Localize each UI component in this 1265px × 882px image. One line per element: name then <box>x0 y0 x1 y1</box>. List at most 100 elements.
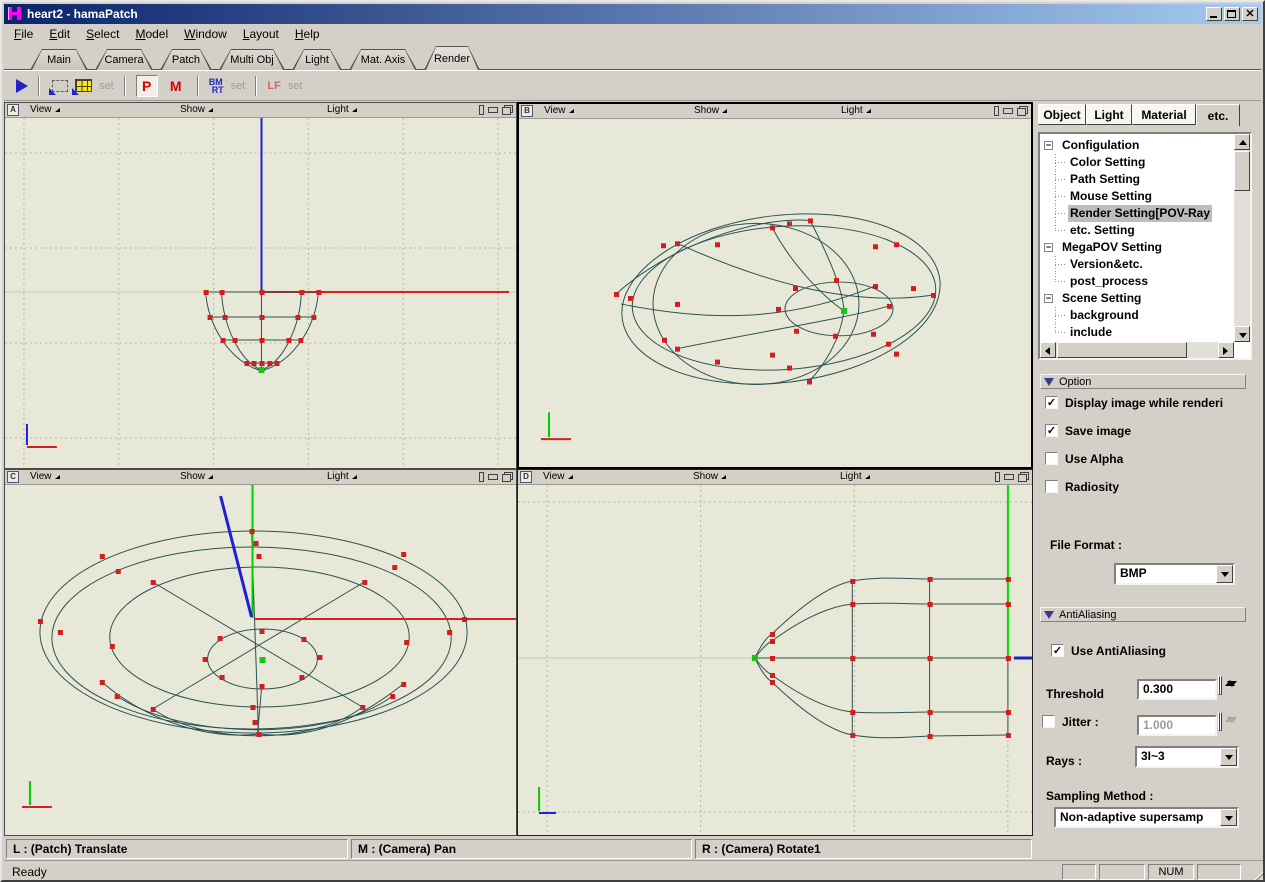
tab-camera[interactable]: Camera <box>95 49 153 70</box>
option-checkbox[interactable]: ✓ <box>1045 396 1058 409</box>
panel-tab-material[interactable]: Material <box>1132 104 1196 125</box>
scroll-up-button[interactable] <box>1234 134 1250 150</box>
scroll-thumb[interactable] <box>1057 342 1187 358</box>
dropdown-arrow-icon[interactable] <box>1220 809 1237 826</box>
lf-button[interactable]: LF <box>267 80 280 92</box>
tree-item[interactable]: Render Setting[POV-Ray <box>1040 205 1234 222</box>
panel-tab-light[interactable]: Light <box>1086 104 1132 125</box>
render-play-icon[interactable] <box>16 79 28 93</box>
jitter-input[interactable]: 1.000 <box>1137 715 1217 736</box>
pov-button[interactable]: P <box>136 75 158 97</box>
tree-item[interactable]: etc. Setting <box>1040 222 1234 239</box>
option-checkbox[interactable] <box>1045 480 1058 493</box>
tree-item[interactable]: Path Setting <box>1040 171 1234 188</box>
view-menu[interactable]: View <box>30 471 60 482</box>
layout-vertical-icon[interactable] <box>479 105 484 115</box>
tree-toggle-icon[interactable]: − <box>1044 141 1053 150</box>
tab-patch[interactable]: Patch <box>160 49 212 70</box>
viewport-a-canvas[interactable] <box>5 118 516 467</box>
scroll-left-button[interactable] <box>1040 342 1056 358</box>
set-button[interactable]: set <box>288 80 303 92</box>
menu-edit[interactable]: Edit <box>41 25 78 43</box>
maximize-button[interactable] <box>1224 7 1240 21</box>
jitter-spinner[interactable] <box>1218 713 1241 731</box>
tab-multi-obj[interactable]: Multi Obj <box>219 49 285 70</box>
sampling-method-select[interactable]: Non-adaptive supersamp <box>1054 807 1239 828</box>
layout-cascade-icon[interactable] <box>1017 106 1028 116</box>
render-region-icon[interactable] <box>52 80 68 92</box>
menu-file[interactable]: File <box>6 25 41 43</box>
panel-tab-etc[interactable]: etc. <box>1196 104 1240 126</box>
option-checkbox[interactable]: ✓ <box>1045 424 1058 437</box>
show-menu[interactable]: Show <box>180 104 213 115</box>
viewport-d[interactable]: D View Show Light <box>517 469 1033 836</box>
viewport-b[interactable]: B View Show Light <box>517 102 1033 469</box>
layout-cascade-icon[interactable] <box>502 472 513 482</box>
layout-horizontal-icon[interactable] <box>488 474 498 480</box>
antialiasing-section-header[interactable]: AntiAliasing <box>1040 607 1246 622</box>
menu-layout[interactable]: Layout <box>235 25 287 43</box>
menu-select[interactable]: Select <box>78 25 127 43</box>
minimize-button[interactable] <box>1206 7 1222 21</box>
threshold-input[interactable]: 0.300 <box>1137 679 1217 700</box>
tree-item[interactable]: Mouse Setting <box>1040 188 1234 205</box>
show-menu[interactable]: Show <box>693 471 726 482</box>
layout-cascade-icon[interactable] <box>502 105 513 115</box>
layout-cascade-icon[interactable] <box>1018 472 1029 482</box>
scroll-thumb[interactable] <box>1234 151 1250 191</box>
set-button[interactable]: set <box>231 80 246 92</box>
tree-horizontal-scrollbar[interactable] <box>1040 342 1234 358</box>
threshold-spinner[interactable] <box>1218 677 1241 695</box>
dropdown-arrow-icon[interactable] <box>1216 565 1233 583</box>
panel-tab-object[interactable]: Object <box>1038 104 1086 125</box>
tree-vertical-scrollbar[interactable] <box>1234 134 1250 342</box>
light-menu[interactable]: Light <box>841 105 871 116</box>
viewport-b-canvas[interactable] <box>519 119 1031 466</box>
tab-light[interactable]: Light <box>292 49 342 70</box>
rays-select[interactable]: 3I~3 <box>1135 746 1239 768</box>
show-menu[interactable]: Show <box>180 471 213 482</box>
tree-item[interactable]: −Scene Setting <box>1040 290 1234 307</box>
light-menu[interactable]: Light <box>327 471 357 482</box>
viewport-c[interactable]: C View Show Light <box>4 469 517 836</box>
settings-tree[interactable]: −ConfigulationColor SettingPath SettingM… <box>1038 132 1252 360</box>
view-menu[interactable]: View <box>30 104 60 115</box>
menu-window[interactable]: Window <box>176 25 235 43</box>
tree-toggle-icon[interactable]: − <box>1044 243 1053 252</box>
viewport-d-canvas[interactable] <box>518 485 1032 834</box>
tree-item[interactable]: −MegaPOV Setting <box>1040 239 1234 256</box>
layout-horizontal-icon[interactable] <box>488 107 498 113</box>
tab-mat-axis[interactable]: Mat. Axis <box>349 49 417 70</box>
set-button[interactable]: set <box>99 80 114 92</box>
option-section-header[interactable]: Option <box>1040 374 1246 389</box>
option-checkbox[interactable] <box>1045 452 1058 465</box>
tab-render[interactable]: Render <box>424 46 480 70</box>
tree-item[interactable]: post_process <box>1040 273 1234 290</box>
megapov-button[interactable]: M <box>165 75 187 97</box>
show-menu[interactable]: Show <box>694 105 727 116</box>
dropdown-arrow-icon[interactable] <box>1220 748 1237 766</box>
file-format-select[interactable]: BMP <box>1114 563 1235 585</box>
menu-model[interactable]: Model <box>127 25 176 43</box>
tree-item[interactable]: −Configulation <box>1040 137 1234 154</box>
render-grid-icon[interactable] <box>75 79 92 92</box>
use-antialiasing-checkbox[interactable]: ✓ <box>1051 644 1064 657</box>
jitter-checkbox[interactable] <box>1042 715 1055 728</box>
scroll-right-button[interactable] <box>1218 342 1234 358</box>
tab-main[interactable]: Main <box>30 49 88 70</box>
tree-item[interactable]: background <box>1040 307 1234 324</box>
layout-horizontal-icon[interactable] <box>1003 108 1013 114</box>
light-menu[interactable]: Light <box>840 471 870 482</box>
tree-toggle-icon[interactable]: − <box>1044 294 1053 303</box>
view-menu[interactable]: View <box>543 471 573 482</box>
view-menu[interactable]: View <box>544 105 574 116</box>
viewport-a[interactable]: A View Show Light <box>4 102 517 469</box>
layout-vertical-icon[interactable] <box>994 106 999 116</box>
tree-item[interactable]: Version&etc. <box>1040 256 1234 273</box>
menu-help[interactable]: Help <box>287 25 328 43</box>
layout-horizontal-icon[interactable] <box>1004 474 1014 480</box>
resize-grip[interactable] <box>1250 867 1264 881</box>
close-button[interactable]: ✕ <box>1242 7 1258 21</box>
scroll-down-button[interactable] <box>1234 326 1250 342</box>
tree-item[interactable]: include <box>1040 324 1234 341</box>
